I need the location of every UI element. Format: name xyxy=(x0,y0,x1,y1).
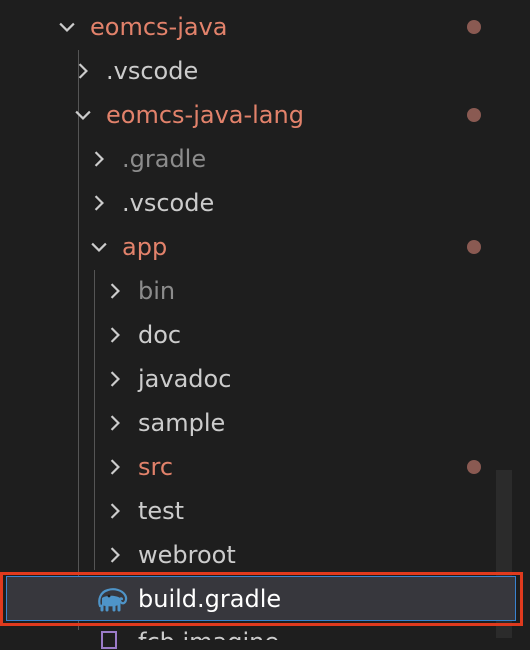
tree-item-gradle-folder[interactable]: .gradle xyxy=(0,137,530,181)
tree-item-doc[interactable]: doc xyxy=(0,313,530,357)
tree-item-label: build.gradle xyxy=(138,585,282,613)
tree-item-app[interactable]: app xyxy=(0,225,530,269)
tree-item-javadoc[interactable]: javadoc xyxy=(0,357,530,401)
chevron-right-icon xyxy=(100,496,130,526)
tree-item-src[interactable]: src xyxy=(0,445,530,489)
chevron-right-icon xyxy=(84,144,114,174)
chevron-right-icon xyxy=(100,452,130,482)
chevron-right-icon xyxy=(100,408,130,438)
tree-item-label: .vscode xyxy=(106,57,199,85)
tree-item-label: bin xyxy=(138,277,176,305)
chevron-right-icon xyxy=(100,320,130,350)
modified-dot-icon xyxy=(467,240,481,254)
tree-item-label: sample xyxy=(138,409,226,437)
chevron-right-icon xyxy=(100,364,130,394)
chevron-right-icon xyxy=(68,56,98,86)
modified-dot-icon xyxy=(467,460,481,474)
tree-item-label: eomcs-java xyxy=(90,13,228,41)
tree-item-build-gradle[interactable]: build.gradle xyxy=(0,577,530,621)
tree-item-label: .vscode xyxy=(122,189,215,217)
tree-item-eomcs-java[interactable]: eomcs-java xyxy=(0,5,530,49)
chevron-right-icon xyxy=(84,188,114,218)
tree-item-label: test xyxy=(138,497,185,525)
gradle-elephant-icon xyxy=(98,588,128,612)
chevron-down-icon xyxy=(68,100,98,130)
tree-item-eomcs-java-lang[interactable]: eomcs-java-lang xyxy=(0,93,530,137)
tree-item-bin[interactable]: bin xyxy=(0,269,530,313)
tree-item-partial-file[interactable]: fcb.imagine xyxy=(0,620,530,640)
tree-item-label: app xyxy=(122,233,168,261)
file-explorer-tree: eomcs-java .vscode eomcs-java-lang .grad… xyxy=(0,0,530,649)
tree-item-label: fcb.imagine xyxy=(138,628,279,640)
tree-item-label: .gradle xyxy=(122,145,207,173)
tree-item-sample[interactable]: sample xyxy=(0,401,530,445)
chevron-right-icon xyxy=(100,540,130,570)
tree-item-test[interactable]: test xyxy=(0,489,530,533)
modified-dot-icon xyxy=(467,108,481,122)
chevron-right-icon xyxy=(100,276,130,306)
tree-item-webroot[interactable]: webroot xyxy=(0,533,530,577)
tree-item-label: doc xyxy=(138,321,182,349)
chevron-down-icon xyxy=(84,232,114,262)
chevron-down-icon xyxy=(52,12,82,42)
tree-item-label: eomcs-java-lang xyxy=(106,101,304,129)
tree-item-vscode[interactable]: .vscode xyxy=(0,49,530,93)
modified-dot-icon xyxy=(467,20,481,34)
tree-item-label: webroot xyxy=(138,541,236,569)
tree-item-vscode-nested[interactable]: .vscode xyxy=(0,181,530,225)
tree-item-label: javadoc xyxy=(138,365,232,393)
tree-item-label: src xyxy=(138,453,174,481)
